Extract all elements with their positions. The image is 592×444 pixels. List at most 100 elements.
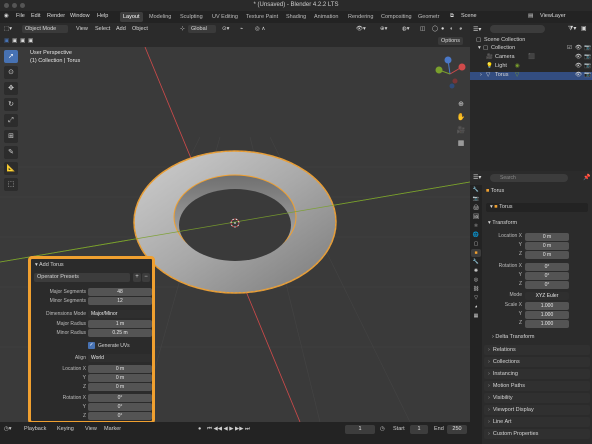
menu-playback[interactable]: Playback (24, 426, 46, 432)
start-frame-field[interactable]: 1 (410, 425, 428, 434)
menu-marker[interactable]: Marker (104, 426, 121, 432)
filter-icon[interactable]: ⧩▾ (568, 25, 576, 33)
prop-rotation-z-field[interactable]: 0° (525, 281, 569, 289)
gizmo-icon[interactable]: ⊕▾ (380, 26, 387, 32)
cursor-tool-icon[interactable]: ⊙ (4, 66, 18, 79)
shading-wireframe-icon[interactable]: ◯ (432, 26, 438, 32)
properties-editor-icon[interactable]: ☰▾ (473, 174, 481, 181)
select-extend-icon[interactable]: ▣ (12, 38, 17, 44)
prop-scale-x-field[interactable]: 1.000 (525, 302, 569, 310)
relations-section[interactable]: › Relations (484, 345, 590, 355)
light-visibility-icon[interactable]: 👁 (575, 63, 582, 69)
transform-section-header[interactable]: ▾ Transform (488, 220, 517, 226)
viewport-display-section[interactable]: › Viewport Display (484, 405, 590, 415)
major-segments-field[interactable]: 48 (88, 288, 152, 296)
shading-rendered-icon[interactable]: ◕ (459, 26, 462, 32)
view-layer-selector[interactable]: ViewLayer (540, 13, 566, 19)
custom-properties-section[interactable]: › Custom Properties (484, 429, 590, 439)
menu-render[interactable]: Render (47, 13, 65, 19)
tab-animation[interactable]: Animation (311, 12, 341, 22)
tool-tab-icon[interactable]: 🔧 (471, 186, 481, 194)
options-dropdown[interactable]: Options (438, 37, 463, 45)
ortho-grid-icon[interactable]: ▦ (456, 139, 466, 149)
menu-object[interactable]: Object (132, 26, 148, 32)
outliner-search-input[interactable] (490, 25, 545, 33)
end-frame-field[interactable]: 250 (447, 425, 467, 434)
torus-visibility-icon[interactable]: 👁 (575, 72, 582, 78)
prop-rotation-x-field[interactable]: 0° (525, 263, 569, 271)
minor-segments-field[interactable]: 12 (88, 297, 152, 305)
scale-tool-icon[interactable]: ⤢ (4, 114, 18, 127)
modifiers-tab-icon[interactable]: 🔧 (471, 258, 481, 266)
outliner-root-row[interactable]: ▢ Scene Collection (470, 37, 592, 45)
prop-scale-y-field[interactable]: 1.000 (525, 311, 569, 319)
select-box-tool-icon[interactable]: ➚ (4, 50, 18, 63)
generate-uvs-checkbox[interactable]: ✓ (88, 342, 95, 349)
world-tab-icon[interactable]: 🌐 (471, 231, 481, 239)
record-icon[interactable]: ● (198, 426, 201, 432)
delta-transform-section[interactable]: › Delta Transform (492, 334, 535, 340)
blender-logo-icon[interactable]: ◉ (4, 13, 9, 19)
snap-icon[interactable]: ⌁ (240, 26, 243, 32)
particles-tab-icon[interactable]: ✺ (471, 267, 481, 275)
light-render-icon[interactable]: 📷 (584, 63, 591, 69)
tab-sculpting[interactable]: Sculpting (177, 12, 206, 22)
object-name-field[interactable]: ▾ ■ Torus (486, 203, 588, 212)
texture-tab-icon[interactable]: ▦ (471, 312, 481, 320)
tab-compositing[interactable]: Compositing (378, 12, 415, 22)
motion-paths-section[interactable]: › Motion Paths (484, 381, 590, 391)
outliner-row-collection[interactable]: ▾ ▢ Collection ☑ 👁 📷 (470, 45, 592, 53)
collection-checkbox-icon[interactable]: ☑ (567, 45, 572, 51)
torus-mesh-data-icon[interactable]: ▽ (515, 72, 519, 78)
menu-file[interactable]: File (16, 13, 25, 19)
add-cube-tool-icon[interactable]: ⬚ (4, 178, 18, 191)
menu-window[interactable]: Window (70, 13, 90, 19)
visibility-section[interactable]: › Visibility (484, 393, 590, 403)
measure-tool-icon[interactable]: 📐 (4, 162, 18, 175)
menu-help[interactable]: Help (97, 13, 108, 19)
view-layer-tab-icon[interactable]: 🖼 (471, 213, 481, 221)
outliner-row-torus[interactable]: › ▽ Torus ▽ 👁 📷 (470, 72, 592, 80)
menu-select[interactable]: Select (95, 26, 110, 32)
constraints-tab-icon[interactable]: ⛓ (471, 285, 481, 293)
transform-tool-icon[interactable]: ⊞ (4, 130, 18, 143)
navigation-gizmo[interactable] (435, 56, 466, 89)
physics-tab-icon[interactable]: ◎ (471, 276, 481, 284)
rotation-x-field[interactable]: 0° (88, 394, 152, 402)
xray-icon[interactable]: ◫ (420, 26, 425, 32)
outliner-editor-icon[interactable]: ☰▾ (473, 26, 481, 33)
collection-render-icon[interactable]: 📷 (584, 45, 591, 51)
location-y-field[interactable]: 0 m (88, 374, 152, 382)
data-tab-icon[interactable]: ▽ (471, 294, 481, 302)
render-tab-icon[interactable]: 📷 (471, 195, 481, 203)
transform-orientation-dropdown[interactable]: Global (188, 25, 216, 33)
tab-layout[interactable]: Layout (120, 12, 143, 22)
rotation-z-field[interactable]: 0° (88, 412, 152, 420)
remove-preset-button[interactable]: − (142, 273, 150, 282)
major-radius-field[interactable]: 1 m (88, 320, 152, 328)
instancing-section[interactable]: › Instancing (484, 369, 590, 379)
align-dropdown[interactable]: World (88, 354, 152, 362)
tab-uv-editing[interactable]: UV Editing (209, 12, 241, 22)
overlay-icon[interactable]: ◍▾ (402, 26, 410, 32)
prop-location-x-field[interactable]: 0 m (525, 233, 569, 241)
current-frame-field[interactable]: 1 (345, 425, 375, 434)
operator-presets-dropdown[interactable]: Operator Presets (34, 273, 130, 282)
collections-section[interactable]: › Collections (484, 357, 590, 367)
outliner-row-light[interactable]: 💡 Light ◉ 👁 📷 (470, 63, 592, 71)
outliner-row-camera[interactable]: 🎥 Camera ⬛ 👁 📷 (470, 54, 592, 62)
rotation-mode-dropdown[interactable]: XYZ Euler (525, 292, 569, 300)
timeline-editor-icon[interactable]: ◷▾ (4, 426, 12, 432)
prop-rotation-y-field[interactable]: 0° (525, 272, 569, 280)
properties-search-input[interactable]: Search (490, 174, 568, 182)
scene-tab-icon[interactable]: ⚛ (471, 222, 481, 230)
pin-icon[interactable]: 📌 (583, 174, 590, 181)
minor-radius-field[interactable]: 0.25 m (88, 329, 152, 337)
collection-expand-icon[interactable]: ▾ (478, 45, 481, 51)
dimensions-mode-dropdown[interactable]: Major/Minor (88, 310, 152, 318)
proportional-edit-icon[interactable]: ◎ ∧ (255, 26, 265, 32)
select-box-mode-icon[interactable]: ▣ (4, 38, 9, 44)
tab-rendering[interactable]: Rendering (345, 12, 376, 22)
rotate-tool-icon[interactable]: ↻ (4, 98, 18, 111)
tab-modeling[interactable]: Modeling (146, 12, 174, 22)
